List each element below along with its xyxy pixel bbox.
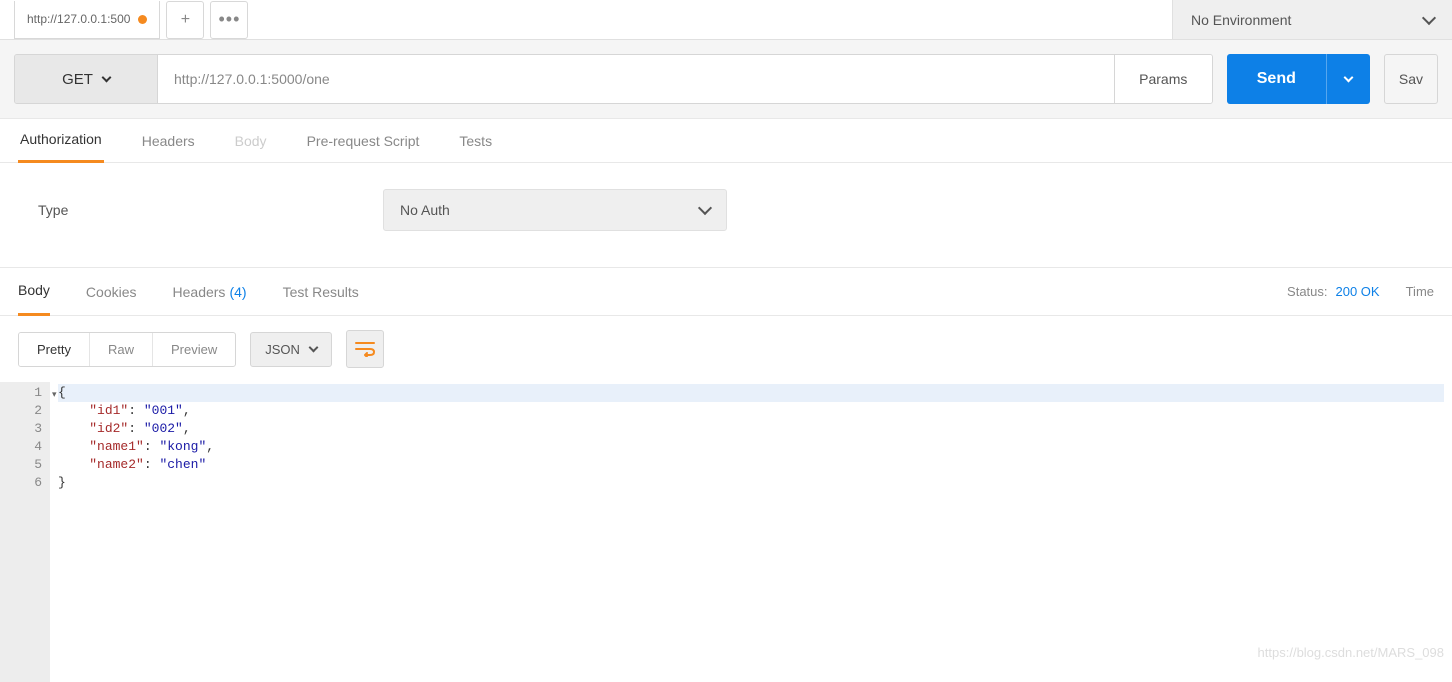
line-number: 5: [0, 456, 42, 474]
tabs-area: http://127.0.0.1:500 + •••: [0, 0, 1158, 39]
view-preview[interactable]: Preview: [152, 333, 235, 366]
wrap-lines-button[interactable]: [346, 330, 384, 368]
code-line: "id2": "002",: [58, 420, 1444, 438]
time-label: Time: [1406, 284, 1434, 299]
auth-type-label: Type: [38, 202, 343, 218]
environment-label: No Environment: [1191, 12, 1291, 28]
environment-select[interactable]: No Environment: [1172, 0, 1452, 39]
code-line: {: [58, 384, 1444, 402]
chevron-down-icon: [1343, 72, 1353, 82]
line-number: 3: [0, 420, 42, 438]
chevron-down-icon: [698, 201, 712, 215]
chevron-down-icon: [1422, 10, 1436, 24]
resp-headers-label: Headers: [173, 284, 226, 300]
tab-prerequest[interactable]: Pre-request Script: [305, 119, 422, 163]
code-line: "id1": "001",: [58, 402, 1444, 420]
tab-authorization[interactable]: Authorization: [18, 119, 104, 163]
view-raw[interactable]: Raw: [89, 333, 152, 366]
resp-headers-count: (4): [229, 284, 246, 300]
request-tabs: Authorization Headers Body Pre-request S…: [0, 119, 1452, 163]
code-line: "name1": "kong",: [58, 438, 1444, 456]
line-number: 6: [0, 474, 42, 492]
auth-selected-value: No Auth: [400, 202, 450, 218]
add-tab-button[interactable]: +: [166, 1, 204, 39]
send-label: Send: [1257, 70, 1296, 88]
url-input[interactable]: http://127.0.0.1:5000/one: [158, 55, 1114, 103]
save-label: Sav: [1399, 71, 1423, 87]
chevron-down-icon: [101, 72, 111, 82]
resp-tab-body[interactable]: Body: [18, 268, 50, 316]
method-label: GET: [62, 71, 93, 88]
code-area[interactable]: { "id1": "001", "id2": "002", "name1": "…: [50, 382, 1452, 682]
line-gutter: 1▾ 2 3 4 5 6: [0, 382, 50, 682]
resp-tab-test-results[interactable]: Test Results: [283, 268, 359, 316]
watermark: https://blog.csdn.net/MARS_098: [1258, 645, 1444, 660]
unsaved-dot-icon: [138, 15, 147, 24]
fold-marker-icon[interactable]: ▾: [52, 386, 57, 404]
send-group: Send: [1227, 54, 1370, 104]
request-builder-row: GET http://127.0.0.1:5000/one Params Sen…: [0, 40, 1452, 119]
url-group: GET http://127.0.0.1:5000/one Params: [14, 54, 1213, 104]
tab-headers[interactable]: Headers: [140, 119, 197, 163]
wrap-icon: [355, 341, 375, 357]
top-tabbar: http://127.0.0.1:500 + ••• No Environmen…: [0, 0, 1452, 40]
line-number: 2: [0, 402, 42, 420]
status-code: 200 OK: [1336, 284, 1380, 299]
save-button[interactable]: Sav: [1384, 54, 1438, 104]
tab-title: http://127.0.0.1:500: [27, 12, 130, 26]
format-label: JSON: [265, 342, 300, 357]
send-dropdown-button[interactable]: [1326, 54, 1370, 104]
format-select[interactable]: JSON: [250, 332, 332, 367]
params-label: Params: [1139, 71, 1187, 87]
resp-tab-cookies[interactable]: Cookies: [86, 268, 137, 316]
chevron-down-icon: [308, 342, 318, 352]
view-mode-segment: Pretty Raw Preview: [18, 332, 236, 367]
tab-tests[interactable]: Tests: [457, 119, 494, 163]
response-tabs: Body Cookies Headers (4) Test Results St…: [0, 268, 1452, 316]
response-editor: 1▾ 2 3 4 5 6 { "id1": "001", "id2": "002…: [0, 382, 1452, 682]
code-line: }: [58, 474, 1444, 492]
request-tab[interactable]: http://127.0.0.1:500: [14, 1, 160, 39]
code-line: "name2": "chen": [58, 456, 1444, 474]
http-method-select[interactable]: GET: [15, 55, 158, 103]
line-number: 1▾: [0, 384, 42, 402]
line-number: 4: [0, 438, 42, 456]
status-label: Status:: [1287, 284, 1327, 299]
auth-type-select[interactable]: No Auth: [383, 189, 727, 231]
authorization-section: Type No Auth: [0, 163, 1452, 268]
status-area: Status: 200 OK Time: [1287, 284, 1434, 299]
params-button[interactable]: Params: [1114, 55, 1212, 103]
response-body-toolbar: Pretty Raw Preview JSON: [0, 316, 1452, 382]
resp-tab-headers[interactable]: Headers (4): [173, 268, 247, 316]
send-button[interactable]: Send: [1227, 54, 1326, 104]
url-value: http://127.0.0.1:5000/one: [174, 71, 330, 87]
tab-body[interactable]: Body: [233, 119, 269, 163]
view-pretty[interactable]: Pretty: [19, 333, 89, 366]
tab-overflow-button[interactable]: •••: [210, 1, 248, 39]
